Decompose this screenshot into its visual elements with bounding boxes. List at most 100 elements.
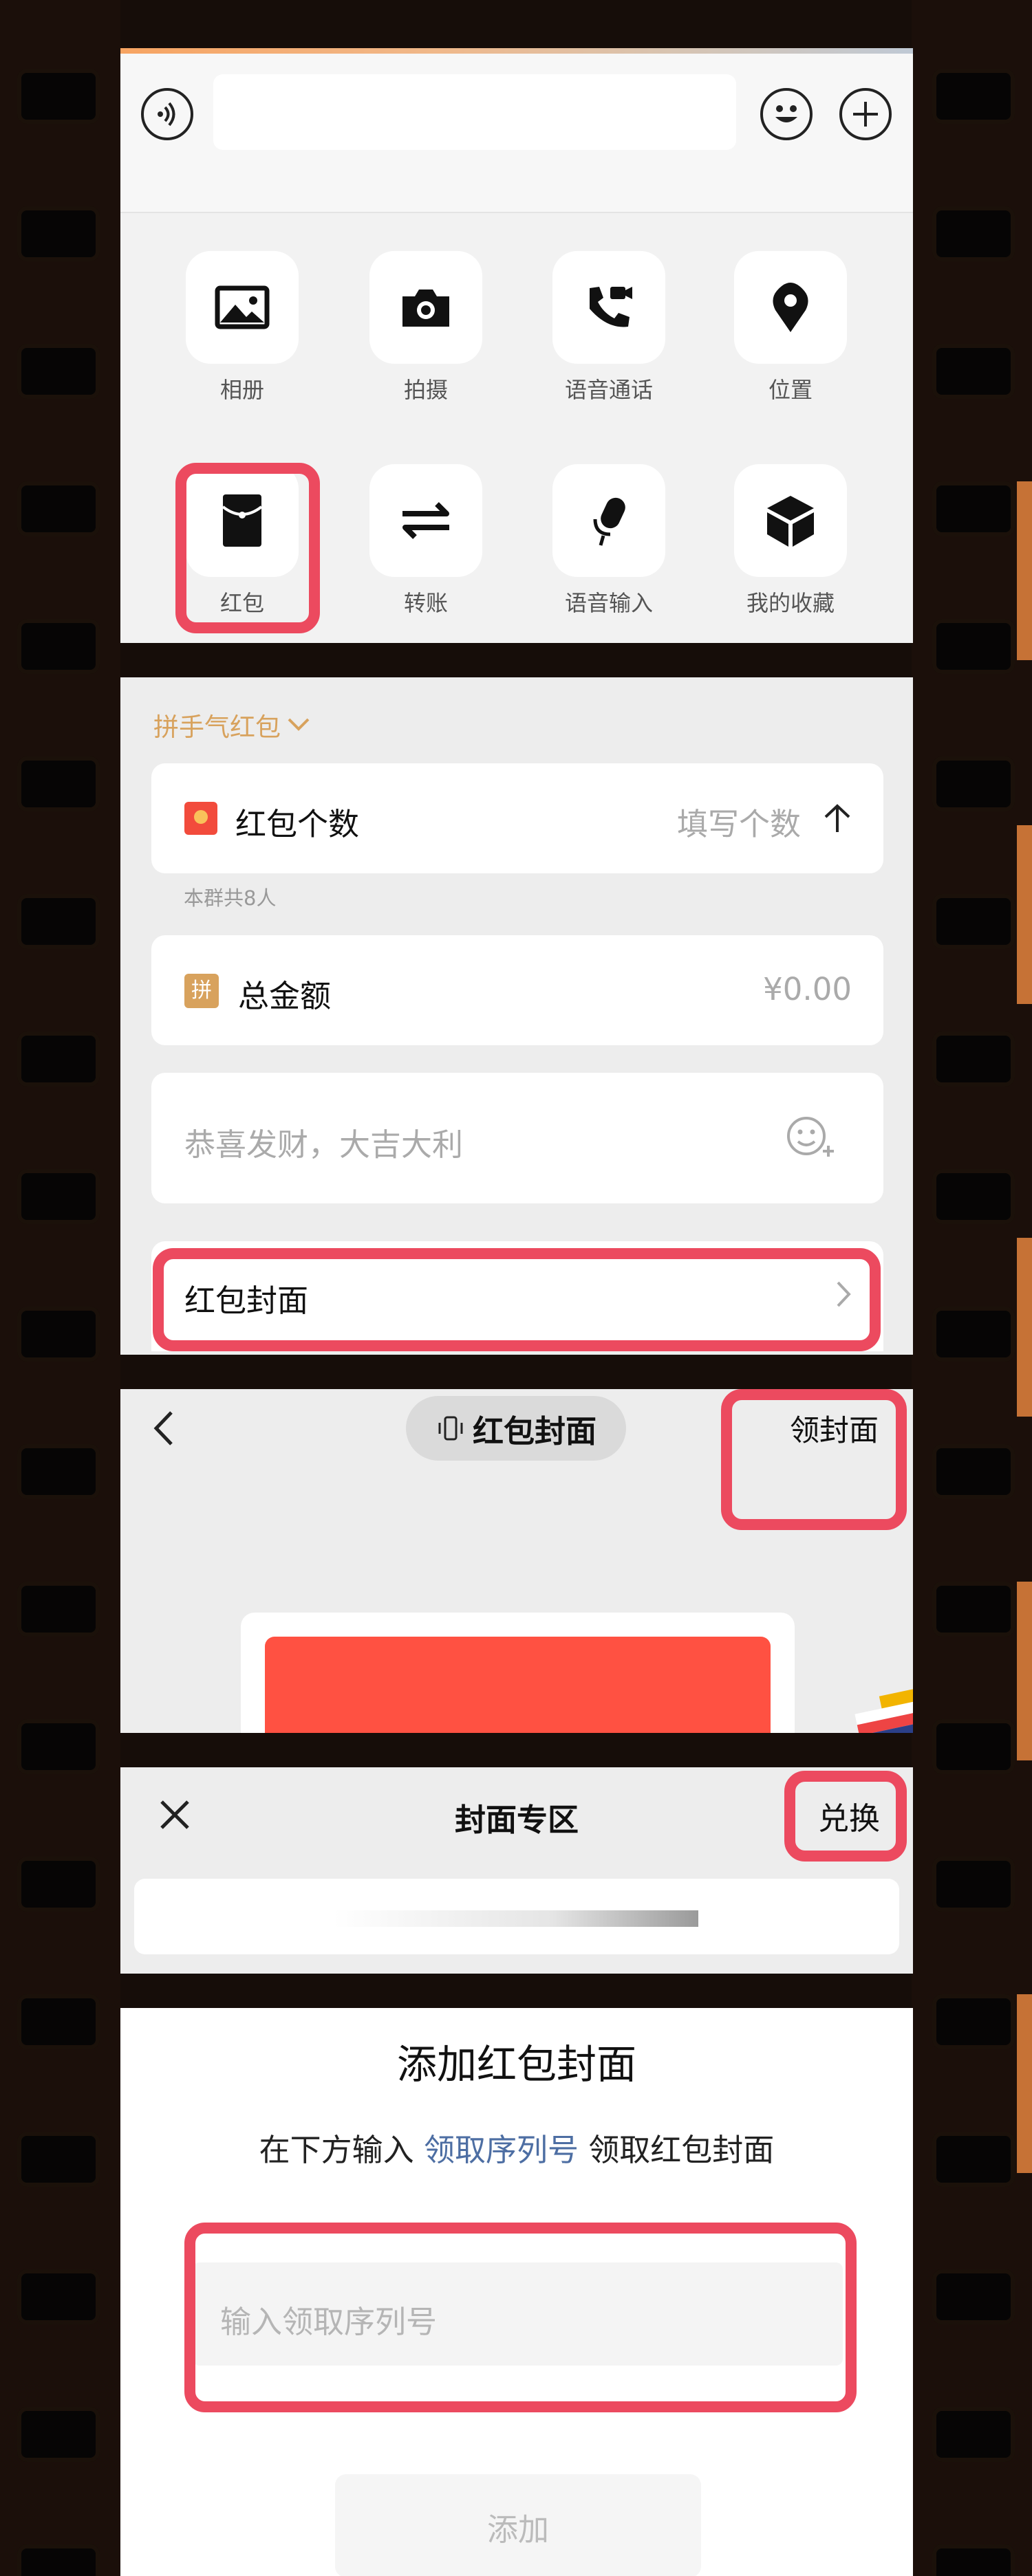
total-amount-row[interactable]: 拼 总金额 ¥0.00 [151,935,883,1045]
more-plus-button[interactable] [839,88,892,140]
chat-plus-menu-panel: 相册 拍摄 语音通话 位置 红包 转账 语音输入 我的收藏 [120,48,913,643]
packet-count-row[interactable]: 红包个数 填写个数 [151,763,883,873]
film-sprocket-hole [932,1032,1015,1087]
video-call-icon [590,287,632,327]
amount-badge: 拼 [184,974,219,1008]
tile-transfer-label: 转账 [403,590,448,616]
cover-screen-panel: 红包封面 领封面 [120,1389,913,1733]
film-sprocket-hole [932,756,1015,811]
film-sprocket-hole [932,894,1015,949]
red-packet-preview [265,1637,771,1733]
film-sprocket-hole [932,69,1015,124]
highlight-get-cover [721,1389,907,1530]
add-cover-dialog-panel: 添加红包封面 在下方输入 领取序列号 领取红包封面 输入领取序列号 添加 [120,2008,913,2576]
film-sprocket-hole [17,2269,100,2324]
tile-transfer[interactable] [369,464,482,577]
highlight-redeem [784,1771,907,1862]
tile-camera-label: 拍摄 [403,377,448,403]
group-size-hint: 本群共8人 [184,886,277,910]
tile-voice-call[interactable] [552,251,665,364]
greeting-placeholder: 恭喜发财，大吉大利 [184,1126,464,1163]
highlight-packet-cover [153,1248,881,1351]
tile-voice-input[interactable] [552,464,665,577]
film-sprocket-hole [932,1582,1015,1637]
voice-toggle-button[interactable] [141,88,193,140]
tile-favorites[interactable] [734,464,847,577]
film-sprocket-hole [932,1169,1015,1224]
back-icon[interactable] [147,1404,181,1452]
chat-input-bar [120,54,913,213]
chevron-down-icon [288,718,310,731]
phone-vibrate-icon [438,1416,463,1441]
greeting-field[interactable]: 恭喜发财，大吉大利 [151,1073,883,1203]
highlight-red-packet [175,463,320,633]
tile-album[interactable] [186,251,299,364]
film-sprocket-hole [17,619,100,674]
add-cover-instruction: 在下方输入 领取序列号 领取红包封面 [120,2125,913,2170]
film-sprocket-hole [932,1307,1015,1362]
film-sprocket-hole [17,2544,100,2576]
total-amount-label: 总金额 [238,978,332,1014]
packet-count-input[interactable]: 填写个数 [677,799,801,844]
add-button[interactable]: 添加 [335,2474,701,2576]
instruction-text-before: 在下方输入 [259,2132,424,2168]
add-cover-title: 添加红包封面 [396,2041,636,2088]
packet-count-label: 红包个数 [235,806,360,842]
emoji-button[interactable] [760,88,813,140]
tile-favorites-label: 我的收藏 [746,590,835,616]
tile-voice-call-label: 语音通话 [564,377,653,403]
tile-location-label: 位置 [768,377,813,403]
film-sprocket-hole [17,2132,100,2187]
film-sprocket-hole [17,1582,100,1637]
film-sprocket-hole [17,1032,100,1087]
film-sprocket-hole [932,1994,1015,2049]
red-packet-form-panel: 拼手气红包 红包个数 填写个数 本群共8人 拼 总金额 ¥0.00 恭喜发财，大… [120,677,913,1355]
chat-text-input[interactable] [213,74,736,150]
microphone-icon [593,497,625,546]
cover-title-pill: 红包封面 [406,1396,626,1461]
cover-title: 红包封面 [472,1412,596,1450]
film-sprocket-hole [17,1994,100,2049]
film-sprocket-hole [932,2132,1015,2187]
emoji-add-icon[interactable] [786,1114,841,1162]
location-pin-icon [773,283,808,332]
serial-number-link[interactable]: 领取序列号 [424,2132,579,2168]
cover-preview-card [241,1613,795,1733]
film-sprocket-hole [932,2407,1015,2462]
film-sprocket-hole [17,481,100,536]
film-sprocket-hole [17,1857,100,1912]
image-strip [120,48,913,54]
film-sprocket-hole [932,2544,1015,2576]
film-edge-stripe [1017,1994,1032,2173]
film-sprocket-hole [932,2269,1015,2324]
film-edge-stripe [1017,481,1032,660]
cover-zone-panel: 封面专区 兑换 [120,1767,913,1974]
film-sprocket-hole [932,206,1015,261]
film-sprocket-hole [17,1307,100,1362]
tile-album-label: 相册 [219,377,264,403]
transfer-arrows-icon [402,502,449,539]
film-border-right [912,0,1032,2576]
packet-count-icon [184,802,217,835]
favorites-cube-icon [767,496,814,547]
packet-type-label: 拼手气红包 [153,712,281,742]
film-sprocket-hole [932,1719,1015,1774]
packet-type-selector[interactable]: 拼手气红包 [153,706,312,743]
tile-camera[interactable] [369,251,482,364]
tile-location[interactable] [734,251,847,364]
cover-search-bar[interactable] [134,1879,899,1954]
photo-album-icon [215,285,270,329]
smile-icon [775,105,797,122]
film-sprocket-hole [932,1857,1015,1912]
film-sprocket-hole [932,1444,1015,1499]
film-edge-stripe [1017,825,1032,1004]
plus-icon [853,102,878,127]
film-border-left [0,0,120,2576]
cover-sample-peek [852,1689,913,1733]
add-button-label: 添加 [486,2511,549,2548]
tile-voice-input-label: 语音输入 [564,590,653,616]
film-sprocket-hole [17,894,100,949]
total-amount-value[interactable]: ¥0.00 [763,971,852,1007]
film-edge-stripe [1017,1582,1032,1760]
film-edge-stripe [1017,1238,1032,1417]
